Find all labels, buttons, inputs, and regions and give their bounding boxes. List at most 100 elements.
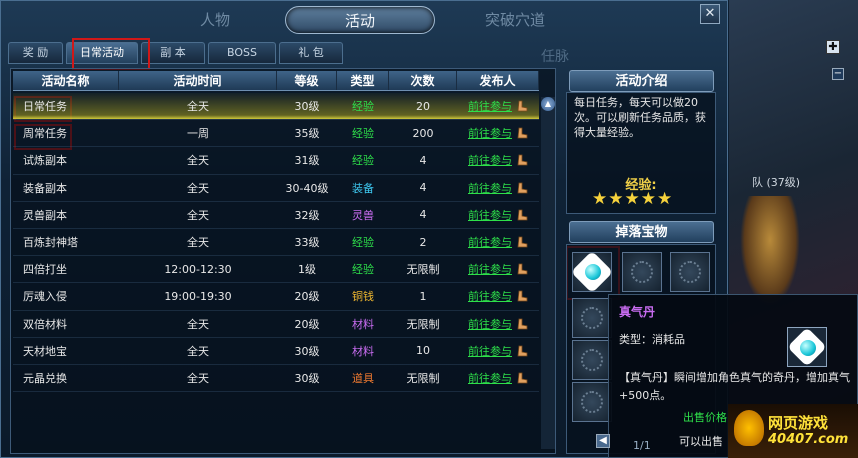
subtab-daily[interactable]: 日常活动 [66,42,138,64]
boot-icon[interactable] [516,154,528,166]
go-participate-link[interactable]: 前往参与 [468,343,512,359]
table-row[interactable]: 装备副本 全天 30-40级 装备 4 前往参与 [13,175,539,202]
table-row[interactable]: 四倍打坐 12:00-12:30 1级 经验 无限制 前往参与 [13,256,539,284]
col-time-header: 活动时间 [119,71,277,90]
prev-page-icon[interactable]: ◀ [596,434,610,448]
activity-time: 19:00-19:30 [164,289,232,303]
boot-icon[interactable] [516,290,528,302]
activity-publisher: 前往参与 [457,261,539,277]
table-row[interactable]: 日常任务 全天 30级 经验 20 前往参与 [13,93,539,121]
tab-breakthrough[interactable]: 突破穴道 [440,6,590,34]
expand-icon[interactable]: ✚ [826,40,840,54]
close-button[interactable]: ✕ [700,4,720,24]
drop-slot[interactable] [572,298,612,338]
table-scrollbar[interactable]: ▲ [541,97,555,449]
go-participate-link[interactable]: 前往参与 [468,152,512,168]
drop-slot[interactable] [670,252,710,292]
table-row[interactable]: 天材地宝 全天 30级 材料 10 前往参与 [13,338,539,365]
star-icon: ★ [624,189,640,209]
boot-icon[interactable] [516,263,528,275]
boot-icon[interactable] [516,182,528,194]
character-sprite [740,196,800,306]
activity-publisher: 前往参与 [457,180,539,196]
table-header: 活动名称 活动时间 等级 类型 次数 发布人 [13,71,539,91]
subtab-boss[interactable]: BOSS [208,42,276,64]
knot-icon [631,261,653,283]
drops-title: 掉落宝物 [569,221,714,243]
col-level-header: 等级 [277,71,337,90]
drop-slot[interactable] [572,382,612,422]
boot-icon[interactable] [516,209,528,221]
activity-type: 经验 [352,100,374,114]
activity-publisher: 前往参与 [457,98,539,114]
activity-level: 30级 [294,371,320,385]
activity-count: 20 [416,99,430,113]
activity-time: 全天 [187,208,209,222]
table-body: 日常任务 全天 30级 经验 20 前往参与 周常任务 一周 35级 经验 200 前往参与 试炼副本全… [13,93,539,393]
activity-name: 周常任务 [23,127,67,141]
go-participate-link[interactable]: 前往参与 [468,370,512,386]
go-participate-link[interactable]: 前往参与 [468,98,512,114]
activity-time: 全天 [187,236,209,250]
boot-icon[interactable] [516,236,528,248]
boot-icon[interactable] [516,318,528,330]
activity-publisher: 前往参与 [457,207,539,223]
go-participate-link[interactable]: 前往参与 [468,316,512,332]
drop-slot-true-qi-pill[interactable] [570,250,614,294]
tab-character[interactable]: 人物 [150,6,280,34]
activity-publisher: 前往参与 [457,125,539,141]
subtab-rewards[interactable]: 奖 励 [8,42,63,64]
tab-activity[interactable]: 活动 [285,6,435,34]
activity-type: 材料 [352,344,374,358]
activity-publisher: 前往参与 [457,152,539,168]
activity-count: 4 [419,153,427,167]
activity-name: 双倍材料 [23,317,67,331]
table-row[interactable]: 元晶兑换 全天 30级 道具 无限制 前往参与 [13,365,539,393]
activity-time: 全天 [187,154,209,168]
knot-icon [581,307,603,329]
go-participate-link[interactable]: 前往参与 [468,180,512,196]
activity-name: 百炼封神塔 [23,236,78,250]
scroll-up-icon[interactable]: ▲ [541,97,555,111]
knot-icon [679,261,701,283]
col-publisher-header: 发布人 [457,71,539,90]
go-participate-link[interactable]: 前往参与 [468,234,512,250]
activity-publisher: 前往参与 [457,343,539,359]
intro-title: 活动介绍 [569,70,714,92]
activity-type: 经验 [352,127,374,141]
table-row[interactable]: 试炼副本 全天 31级 经验 4 前往参与 [13,147,539,175]
activity-table: 活动名称 活动时间 等级 类型 次数 发布人 日常任务 全天 30级 经验 20 前往参与… [10,68,556,454]
subtab-gift[interactable]: 礼 包 [279,42,343,64]
logo-url: 40407.com [768,432,849,447]
boot-icon[interactable] [516,100,528,112]
tooltip-description: 【真气丹】瞬间增加角色真气的奇丹，增加真气+500点。 [619,371,850,402]
go-participate-link[interactable]: 前往参与 [468,125,512,141]
table-row[interactable]: 周常任务 一周 35级 经验 200 前往参与 [13,120,539,148]
go-participate-link[interactable]: 前往参与 [468,288,512,304]
exp-rating: ★ ★ ★ ★ ★ [592,190,672,208]
activity-level: 35级 [294,127,320,141]
drop-slot[interactable] [622,252,662,292]
table-row[interactable]: 灵兽副本 全天 32级 灵兽 4 前往参与 [13,202,539,229]
activity-level: 30级 [294,100,320,114]
logo-text: 网页游戏 [768,414,829,432]
activity-count: 1 [419,289,427,303]
activity-time: 全天 [187,181,209,195]
knot-icon [581,349,603,371]
collapse-icon[interactable]: − [832,68,844,80]
table-row[interactable]: 百炼封神塔 全天 33级 经验 2 前往参与 [13,229,539,257]
activity-publisher: 前往参与 [457,234,539,250]
go-participate-link[interactable]: 前往参与 [468,261,512,277]
activity-level: 32级 [294,208,320,222]
subtab-dungeon[interactable]: 副 本 [141,42,205,64]
boot-icon[interactable] [516,127,528,139]
table-row[interactable]: 厉魂入侵 19:00-19:30 20级 铜钱 1 前往参与 [13,283,539,311]
table-row[interactable]: 双倍材料 全天 20级 材料 无限制 前往参与 [13,311,539,338]
boot-icon[interactable] [516,372,528,384]
drop-slot[interactable] [572,340,612,380]
star-icon: ★ [592,189,608,209]
activity-time: 全天 [187,371,209,385]
pearl-core-icon [800,340,816,356]
boot-icon[interactable] [516,345,528,357]
go-participate-link[interactable]: 前往参与 [468,207,512,223]
